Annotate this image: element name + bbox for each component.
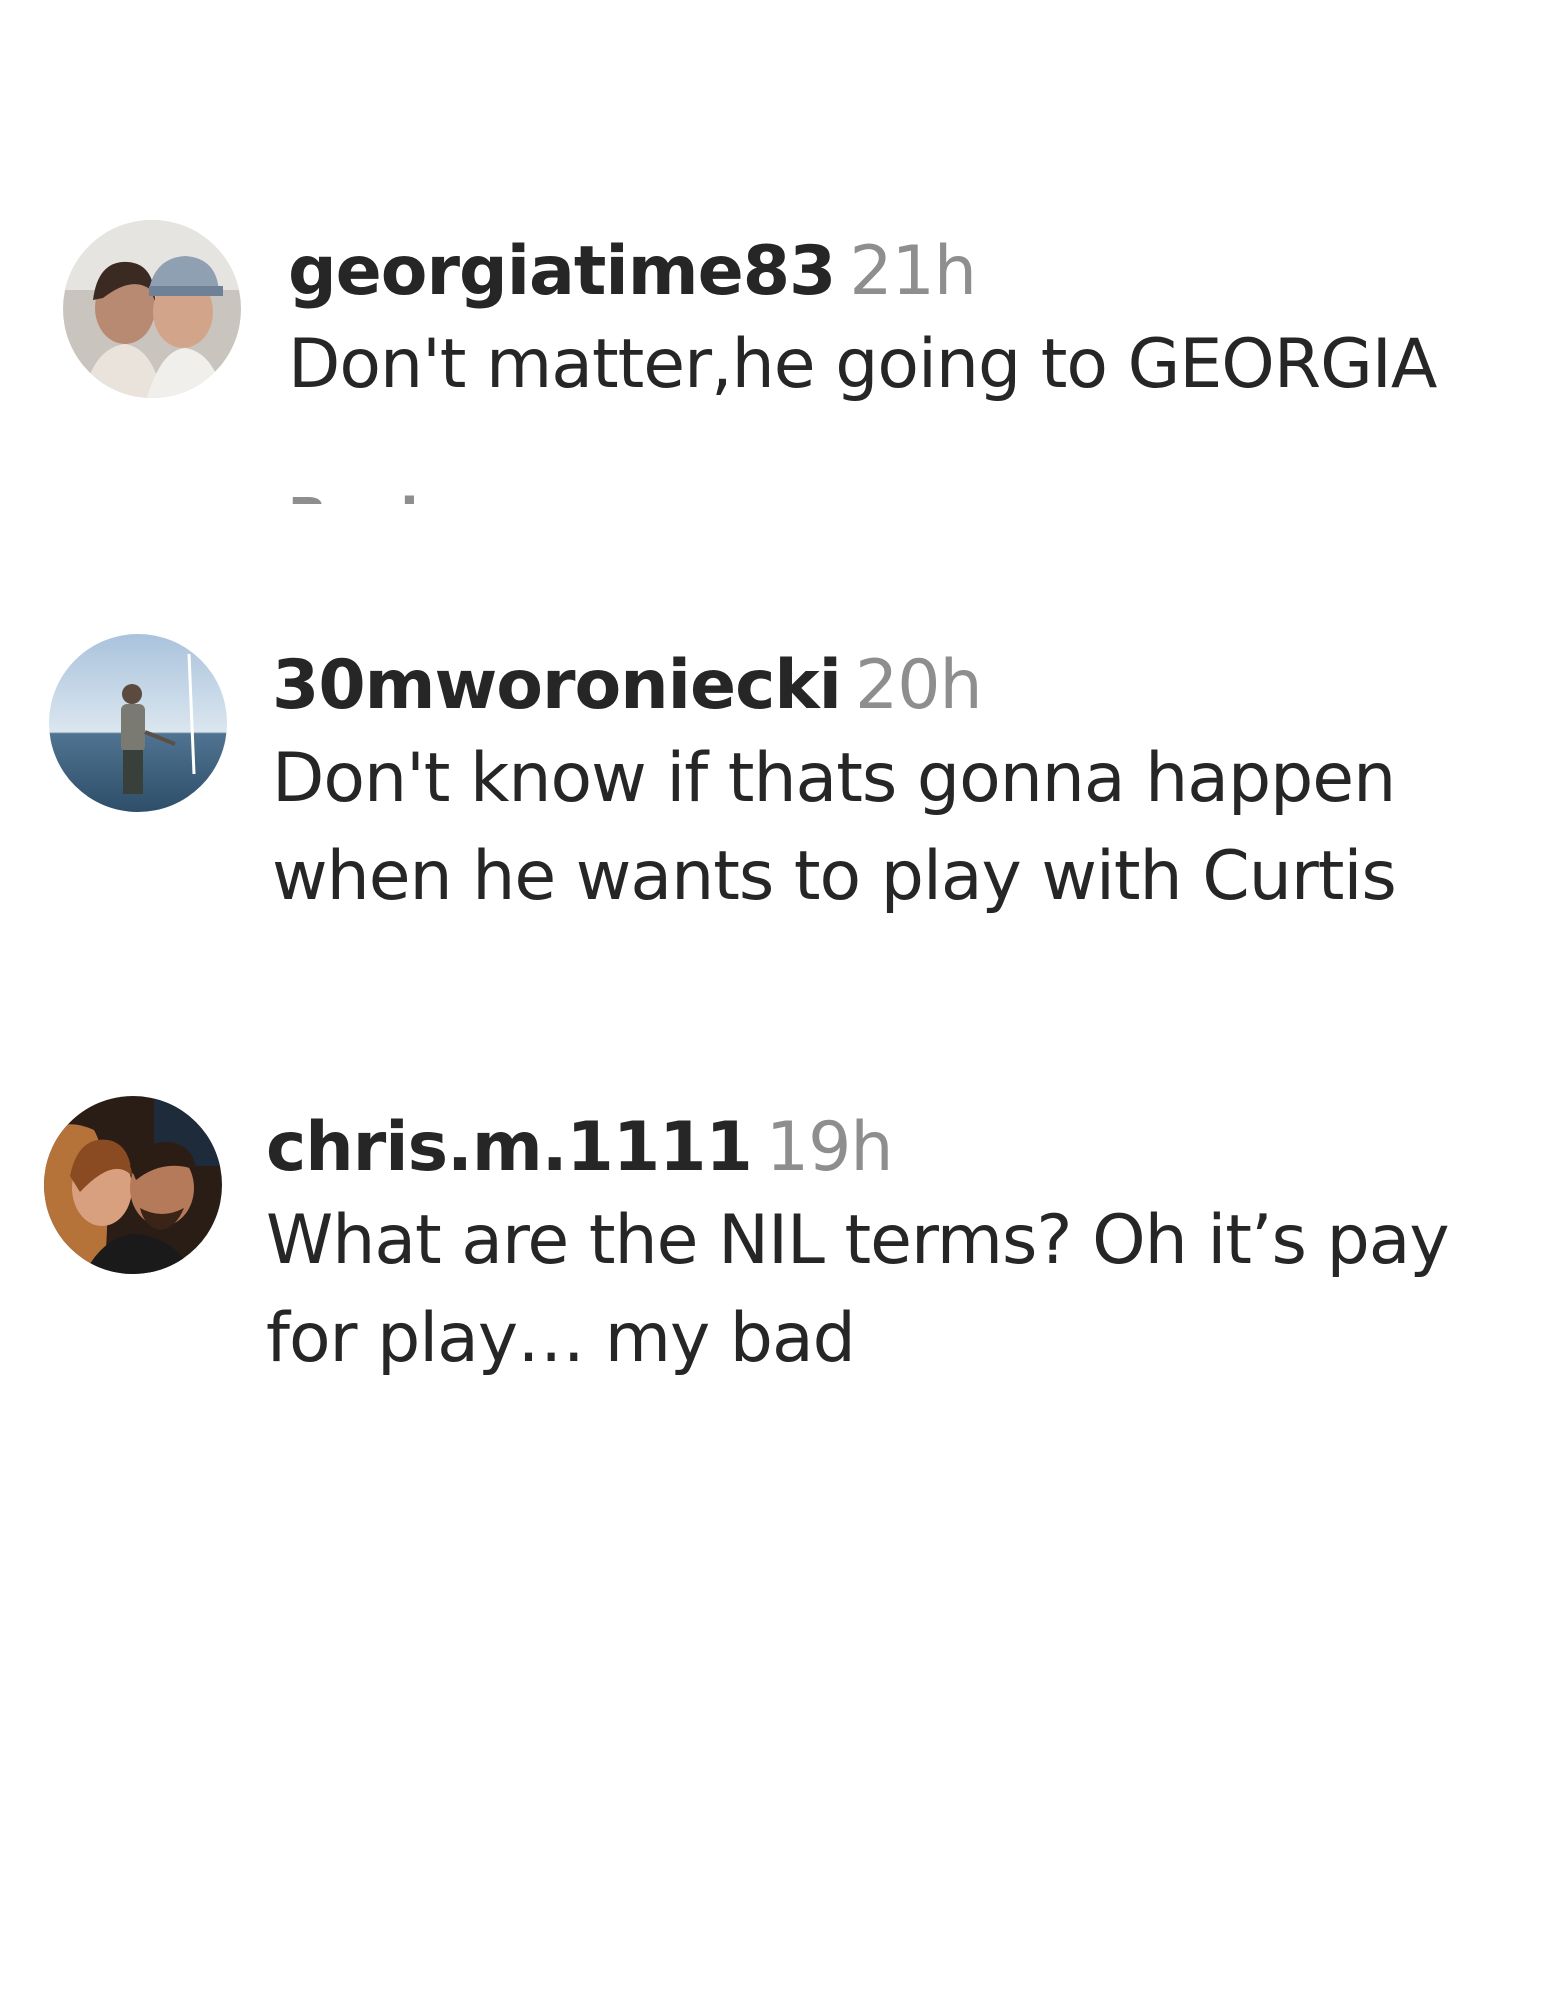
avatar[interactable] [63, 220, 241, 398]
comment-header: 30mworoniecki 20h [272, 642, 1505, 730]
comment-header: georgiatime83 21h [288, 228, 1505, 316]
comment-text: Don't know if thats gonna happen when he… [272, 739, 1397, 916]
reply-button[interactable]: Reply [288, 490, 428, 504]
avatar[interactable] [44, 1096, 222, 1274]
reply-label: Reply [288, 490, 428, 504]
avatar[interactable] [49, 634, 227, 812]
comment-username[interactable]: georgiatime83 [288, 232, 836, 311]
comment-timestamp: 19h [765, 1108, 894, 1187]
avatar-photo [63, 220, 241, 398]
comment-username[interactable]: chris.m.1111 [266, 1108, 753, 1187]
avatar-photo [49, 634, 227, 812]
comment-content: georgiatime83 21h Don't matter,he going t… [288, 228, 1505, 414]
avatar-photo [44, 1096, 222, 1274]
comment-text: Don't matter,he going to GEORGIA [288, 325, 1437, 404]
comment-content: chris.m.1111 19h What are the NIL terms? … [266, 1104, 1505, 1388]
comment-timestamp: 21h [849, 232, 977, 311]
comment-text: What are the NIL terms? Oh it’s pay for … [266, 1201, 1450, 1378]
comment-content: 30mworoniecki 20h Don't know if thats gon… [272, 642, 1505, 926]
comment-header: chris.m.1111 19h [266, 1104, 1505, 1192]
comment-timestamp: 20h [854, 646, 983, 725]
comment-username[interactable]: 30mworoniecki [272, 646, 842, 725]
